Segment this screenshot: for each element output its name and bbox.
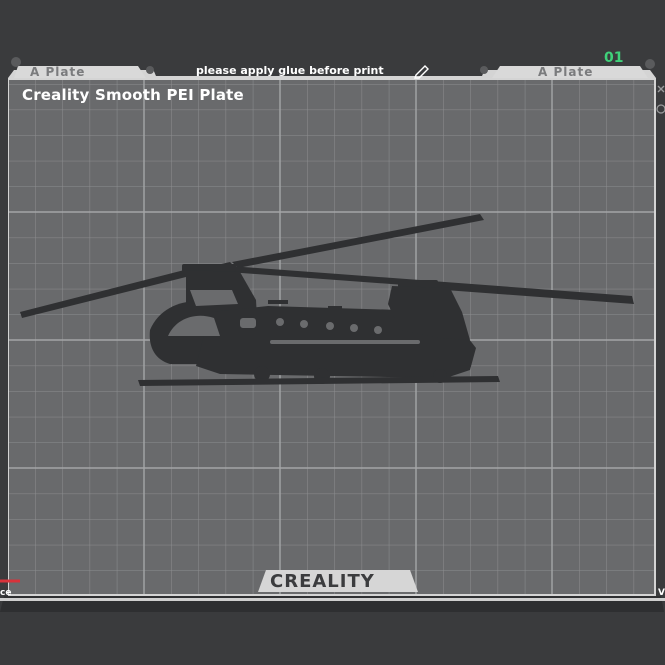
plate-tab-left-knob bbox=[11, 57, 21, 67]
plate-index-label: 01 bbox=[604, 50, 624, 66]
plate-tab-left-label[interactable]: A Plate bbox=[30, 65, 85, 79]
glue-note-label[interactable]: please apply glue before print bbox=[196, 64, 384, 77]
brand-logo: CREALITY bbox=[270, 571, 375, 592]
edge-left-label: ce bbox=[0, 588, 12, 598]
plate-tab-right-knob bbox=[645, 59, 655, 69]
plate-type-label: Creality Smooth PEI Plate bbox=[22, 86, 244, 104]
plate-tab-center-left-knob bbox=[146, 66, 154, 74]
edge-right-label: V bbox=[658, 588, 665, 598]
plate-tab-right-label[interactable]: A Plate bbox=[538, 65, 593, 79]
plate-tab-center-right-knob bbox=[480, 66, 488, 74]
